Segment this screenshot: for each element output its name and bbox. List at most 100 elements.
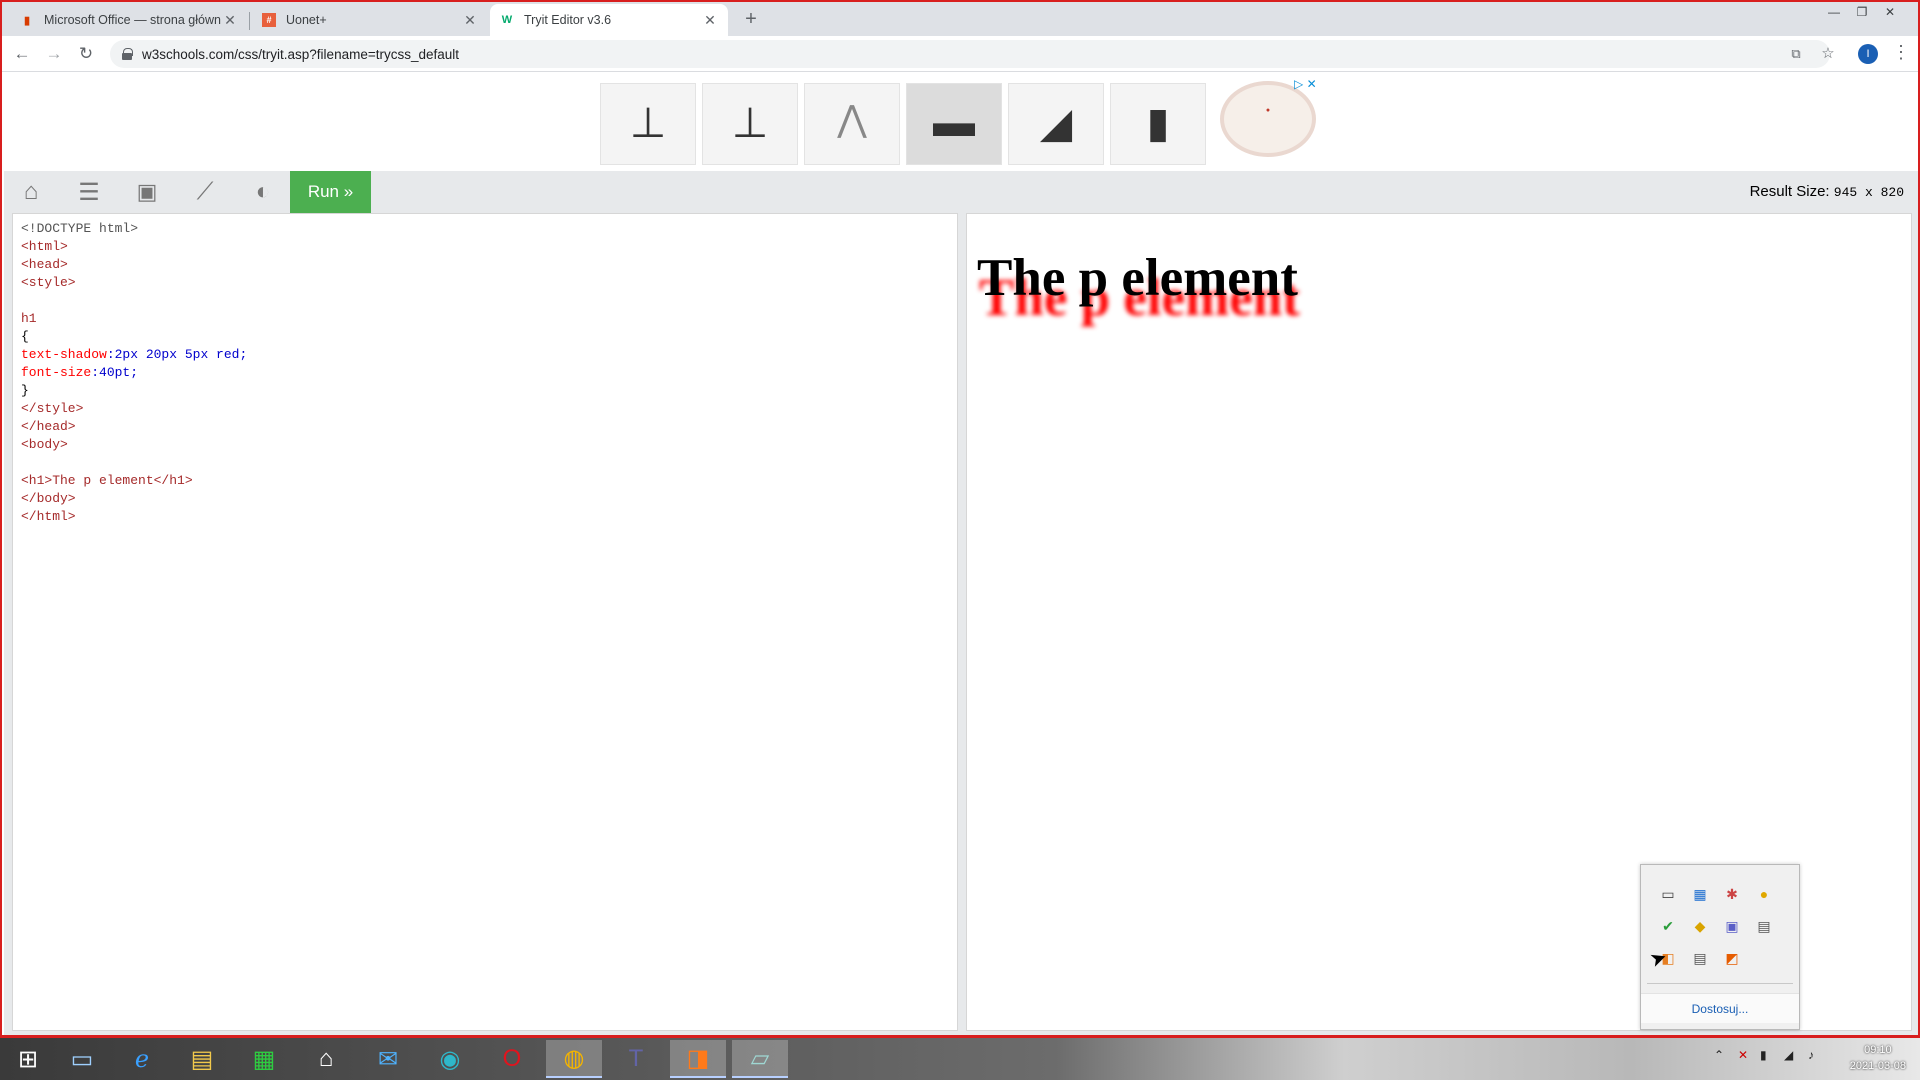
clock-time: 09:10 [1864,1044,1892,1056]
tryit-toolbar: ⌂ ☰ ▣ ⟋ ◐ Run » Result Size: 945 x 820 [4,171,1918,213]
aluminium-stand-icon: ▮ [1146,99,1170,146]
notes-app-icon[interactable]: ▱ [732,1040,788,1078]
security-tray-icon[interactable]: ● [1753,883,1775,905]
code-line: </body> [21,491,76,506]
save-icon[interactable]: ▣ [124,171,170,213]
lenovo-vantage-icon[interactable]: ▭ [54,1040,110,1078]
minimize-icon[interactable]: — [1820,2,1848,22]
edge-icon[interactable]: ◉ [422,1040,478,1078]
run-button[interactable]: Run » [290,171,371,213]
tab-tryit-editor[interactable]: W Tryit Editor v3.6 ✕ [490,4,728,36]
tab-microsoft-office[interactable]: ▮ Microsoft Office — strona główn ✕ [10,4,248,36]
code-line: <style> [21,275,76,290]
show-hidden-icons[interactable]: ⌃ [1714,1048,1724,1062]
laptop-arm-icon: ⊥ [629,99,667,146]
code-line: </html> [21,509,76,524]
adchoices-icon[interactable]: ▷ ✕ [1294,77,1317,91]
restore-icon[interactable]: ❐ [1848,2,1876,22]
tab-separator [249,12,250,30]
clock-date: 2021-03-08 [1849,1060,1906,1072]
teams-tray-icon[interactable]: ▣ [1721,915,1743,937]
internet-explorer-icon[interactable]: ℯ [114,1040,170,1078]
ad-product-laptop-riser[interactable]: ◢ [1008,83,1104,165]
code-line: </style> [21,401,84,416]
rotate-icon[interactable]: ⟋ [182,171,228,213]
usb-tray-icon[interactable]: ▤ [1753,915,1775,937]
code-line: font-size:40pt; [21,365,139,380]
ad-product-folding-stand[interactable]: ⋀ [804,83,900,165]
uonet-icon: # [262,13,276,27]
reload-icon[interactable]: ↻ [74,42,98,66]
laptop-riser-icon: ◢ [1039,99,1073,146]
translate-icon[interactable]: ⧉ [1784,40,1808,68]
home-app-icon[interactable]: ⌂ [298,1040,354,1078]
window-close-icon[interactable]: ✕ [1876,2,1904,22]
system-clock[interactable]: 09:10 2021-03-08 [1850,1042,1906,1074]
url-text: w3schools.com/css/tryit.asp?filename=try… [142,46,460,62]
ad-product-laptop-stand[interactable]: ⊥ [702,83,798,165]
close-icon[interactable]: ✕ [462,12,478,29]
tab-uonet[interactable]: # Uonet+ ✕ [252,4,488,36]
address-bar[interactable]: w3schools.com/css/tryit.asp?filename=try… [110,40,1830,68]
code-line: <h1>The p element</h1> [21,473,193,488]
network-status-icon[interactable]: ✕ [1738,1048,1748,1062]
home-icon[interactable]: ⌂ [8,171,54,213]
tray-divider [1647,983,1793,984]
ad-product-laptop-arm[interactable]: ⊥ [600,83,696,165]
monitor-tray-icon[interactable]: ▭ [1657,883,1679,905]
volume-icon[interactable]: ♪ [1808,1048,1814,1062]
browser-window: ▮ Microsoft Office — strona główn ✕ # Uo… [0,0,1920,1038]
code-line: <body> [21,437,68,452]
bluetooth-tray-icon[interactable]: ✱ [1721,883,1743,905]
advertisement-banner[interactable]: ⊥ ⊥ ⋀ ▬ ◢ ▮ ● ▷ ✕ [2,73,1918,171]
profile-avatar[interactable]: I [1858,44,1878,64]
w3schools-icon: W [501,14,513,26]
bookmark-star-icon[interactable]: ☆ [1816,40,1840,68]
battery-icon[interactable]: ▮ [1760,1048,1767,1062]
tray-icon-grid: ▭ ▦ ✱ ● ✔ ◆ ▣ ▤ ◧ ▤ ◩ [1657,883,1775,969]
chrome-menu-icon[interactable]: ⋮ [1892,42,1910,63]
pdf-app-icon[interactable]: ◨ [670,1040,726,1078]
tab-title: Microsoft Office — strona główn [44,13,221,27]
start-button[interactable]: ⊞ [0,1040,56,1078]
ad-product-monitor-arm[interactable]: ▬ [906,83,1002,165]
customize-link[interactable]: Dostosuj... [1641,993,1799,1023]
file-explorer-icon[interactable]: ▤ [174,1040,230,1078]
close-icon[interactable]: ✕ [222,12,238,29]
microsoft-store-icon[interactable]: ▦ [236,1040,292,1078]
teams-icon[interactable]: T [608,1040,664,1078]
code-line: text-shadow:2px 20px 5px red; [21,347,248,362]
result-size-readout: Result Size: 945 x 820 [1750,183,1904,200]
contrast-icon[interactable]: ◐ [240,171,286,213]
tab-strip: ▮ Microsoft Office — strona główn ✕ # Uo… [2,2,1918,36]
chrome-icon[interactable]: ◍ [546,1040,602,1078]
back-icon[interactable]: ← [10,42,34,66]
laptop-stand-icon: ⊥ [731,99,769,146]
browser-toolbar: ← → ↻ w3schools.com/css/tryit.asp?filena… [2,36,1918,72]
code-line: h1 [21,311,37,326]
lock-icon [122,48,133,60]
opera-icon[interactable]: O [484,1040,540,1078]
ad-product-aluminium-stand[interactable]: ▮ [1110,83,1206,165]
network-tray-icon[interactable]: ▦ [1689,883,1711,905]
ad-brand-logo[interactable]: ● [1220,81,1316,157]
printer-tray-icon[interactable]: ▤ [1689,947,1711,969]
close-icon[interactable]: ✕ [702,12,718,29]
code-editor[interactable]: <!DOCTYPE html> <html> <head> <style> h1… [12,213,958,1031]
forward-icon[interactable]: → [42,42,66,66]
code-line: <!DOCTYPE html> [21,221,139,236]
windows-taskbar: ⊞ ▭ ℯ ▤ ▦ ⌂ ✉ ◉ O ◍ T ◨ ▱ ⌃ ✕ ▮ ◢ ♪ 09:1… [0,1038,1920,1080]
result-size-value: 945 x 820 [1833,185,1904,200]
defender-tray-icon[interactable]: ✔ [1657,915,1679,937]
update-tray-icon[interactable]: ◩ [1721,947,1743,969]
code-line: { [21,329,29,344]
new-tab-button[interactable]: + [740,8,762,30]
package-tray-icon[interactable]: ◆ [1689,915,1711,937]
tab-title: Tryit Editor v3.6 [524,13,612,27]
menu-icon[interactable]: ☰ [66,171,112,213]
mail-icon[interactable]: ✉ [360,1040,416,1078]
wifi-icon[interactable]: ◢ [1784,1048,1793,1062]
brand-logo-icon: ● [1265,107,1271,114]
code-line: } [21,383,29,398]
